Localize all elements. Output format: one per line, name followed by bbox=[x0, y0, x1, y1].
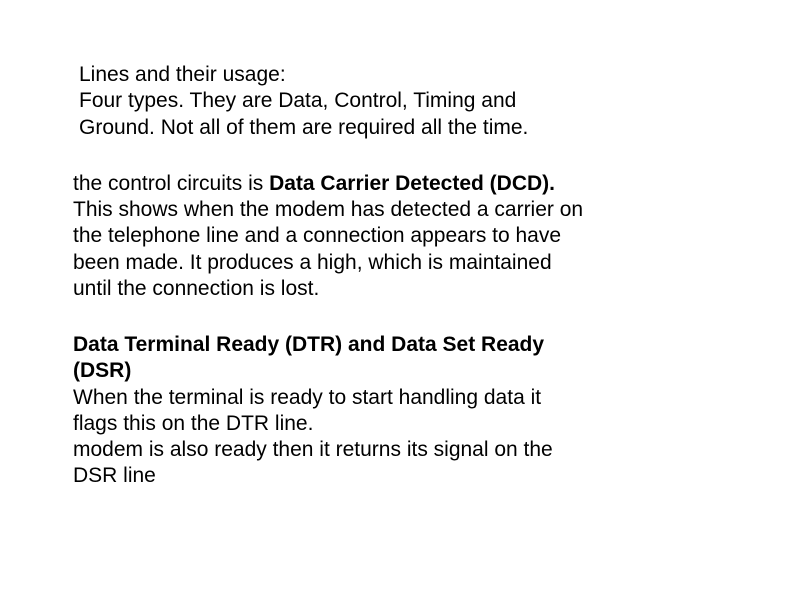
text-line: Lines and their usage: bbox=[79, 63, 286, 86]
document-body: Lines and their usage: Four types. They … bbox=[73, 62, 721, 520]
text-line: been made. It produces a high, which is … bbox=[73, 251, 552, 274]
text-line: When the terminal is ready to start hand… bbox=[73, 386, 541, 409]
text-line: flags this on the DTR line. bbox=[73, 412, 313, 435]
bold-dcd: Data Carrier Detected (DCD). bbox=[269, 172, 555, 195]
text-line: the control circuits is bbox=[73, 172, 269, 195]
bold-dtr-dsr-1: Data Terminal Ready (DTR) and Data Set R… bbox=[73, 333, 544, 356]
text-line: modem is also ready then it returns its … bbox=[73, 438, 553, 461]
bold-dtr-dsr-2: (DSR) bbox=[73, 359, 131, 382]
text-line: until the connection is lost. bbox=[73, 277, 319, 300]
text-line: This shows when the modem has detected a… bbox=[73, 198, 583, 221]
text-line: the telephone line and a connection appe… bbox=[73, 224, 561, 247]
paragraph-dtr-dsr: Data Terminal Ready (DTR) and Data Set R… bbox=[73, 332, 721, 490]
paragraph-dcd: the control circuits is Data Carrier Det… bbox=[73, 171, 721, 302]
text-line: DSR line bbox=[73, 464, 156, 487]
paragraph-lines-usage: Lines and their usage: Four types. They … bbox=[73, 62, 721, 141]
text-line: Ground. Not all of them are required all… bbox=[79, 116, 528, 139]
text-line: Four types. They are Data, Control, Timi… bbox=[79, 89, 516, 112]
